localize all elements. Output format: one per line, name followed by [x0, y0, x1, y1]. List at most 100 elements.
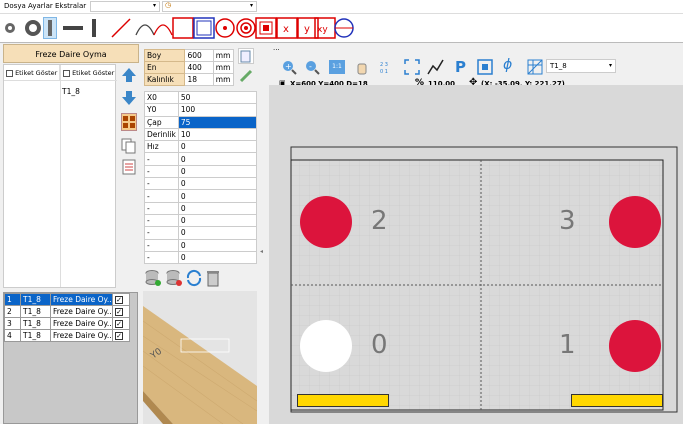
copy-icon[interactable] — [121, 138, 137, 154]
parameter-row[interactable]: - 0 — [144, 164, 258, 179]
label-toggle-1[interactable]: Etiket Göster — [4, 65, 60, 81]
job-row[interactable]: 4 T1_8 Freze Daire Oy... ✓ — [4, 329, 130, 342]
parameter-row[interactable]: X0 50 — [144, 90, 258, 105]
circle-point-icon[interactable] — [214, 17, 236, 39]
arc-2-icon[interactable] — [152, 17, 174, 39]
parameter-value[interactable]: 50 — [177, 90, 258, 105]
parking-icon[interactable]: P — [455, 58, 469, 76]
pocket-square-icon[interactable] — [255, 17, 277, 39]
cutter-icon[interactable] — [477, 59, 493, 75]
parameter-row[interactable]: - 0 — [144, 238, 258, 252]
parameter-value[interactable]: 100 — [177, 103, 258, 117]
rectangle-icon[interactable] — [172, 17, 194, 39]
fit-view-icon[interactable] — [404, 59, 420, 75]
circle-icon[interactable] — [333, 17, 355, 39]
menu-file[interactable]: Dosya — [4, 2, 26, 10]
settings-gear-icon[interactable] — [2, 17, 18, 39]
drill-bit-icon[interactable] — [43, 17, 57, 39]
job-row[interactable]: 1 T1_8 Freze Daire Oy... ✓ — [4, 293, 130, 306]
parameter-row[interactable]: - 0 — [144, 177, 258, 191]
parameter-row[interactable]: Y0 100 — [144, 103, 258, 117]
parameter-value[interactable]: 0 — [177, 201, 258, 215]
machine-gear-icon[interactable] — [22, 17, 44, 39]
line-icon[interactable] — [110, 17, 132, 39]
parameter-row[interactable]: - 0 — [144, 152, 258, 166]
calculator-icon[interactable] — [121, 113, 137, 131]
move-up-icon[interactable] — [121, 67, 137, 83]
splitter[interactable]: ◂ — [258, 43, 268, 424]
zoom-out-icon[interactable]: - — [304, 59, 320, 75]
operation-header[interactable]: Freze Daire Oyma — [3, 44, 139, 63]
menu-settings[interactable]: Ayarlar — [28, 2, 53, 10]
tool-select[interactable]: T1_8 ▾ — [546, 59, 616, 73]
sync-icon[interactable] — [185, 269, 203, 287]
file-combo[interactable]: ▾ — [90, 1, 160, 12]
move-down-icon[interactable] — [121, 90, 137, 106]
parameter-row[interactable]: Derinlik 10 — [144, 127, 258, 142]
paste-icon[interactable] — [121, 158, 137, 176]
hole-0-selected[interactable] — [300, 320, 352, 372]
diameter-icon[interactable]: ϕ — [503, 57, 517, 75]
parameter-value[interactable]: 0 — [177, 164, 258, 179]
parameter-row[interactable]: Hız 0 — [144, 140, 258, 154]
parameter-value[interactable]: 0 — [177, 189, 258, 203]
zoom-reset-icon[interactable]: 1:1 — [329, 60, 345, 74]
dimension-unit: mm — [212, 61, 235, 74]
toolpath-icon[interactable] — [427, 58, 445, 76]
parameter-row[interactable]: - 0 — [144, 226, 258, 240]
x-axis-icon[interactable]: x — [276, 17, 298, 39]
menu-extras[interactable]: Ekstralar — [55, 2, 86, 10]
job-row[interactable]: 3 T1_8 Freze Daire Oy... ✓ — [4, 317, 130, 330]
clamp-bar-right[interactable] — [571, 394, 663, 407]
job-enabled-checkbox[interactable]: ✓ — [112, 317, 130, 330]
hole-2[interactable] — [300, 196, 352, 248]
dimension-unit: mm — [212, 49, 235, 62]
zoom-in-icon[interactable]: + — [281, 59, 297, 75]
concentric-circle-icon[interactable] — [235, 17, 257, 39]
hatch-grid-icon[interactable] — [527, 59, 543, 75]
checkbox[interactable] — [63, 69, 70, 77]
hole-3[interactable] — [609, 196, 661, 248]
job-enabled-checkbox[interactable]: ✓ — [112, 305, 130, 318]
clamp-bar-left[interactable] — [297, 394, 389, 407]
parameter-value[interactable]: 0 — [177, 152, 258, 166]
bit-icon[interactable] — [88, 17, 100, 39]
dimension-value[interactable]: 400 — [184, 61, 214, 74]
hole-1[interactable] — [609, 320, 661, 372]
job-enabled-checkbox[interactable]: ✓ — [112, 293, 130, 306]
parameter-row[interactable]: Çap 75 — [144, 115, 258, 129]
parameter-row[interactable]: - 0 — [144, 189, 258, 203]
dimension-value[interactable]: 18 — [184, 73, 214, 86]
edit-pencil-icon[interactable] — [238, 68, 254, 84]
parameter-value[interactable]: 0 — [177, 238, 258, 252]
parameter-row[interactable]: - 0 — [144, 213, 258, 228]
checkbox[interactable] — [6, 69, 13, 77]
grid-points-icon[interactable]: 2 30 1 — [379, 59, 395, 75]
quadrant-label: 0 — [371, 330, 388, 360]
pan-hand-icon[interactable] — [354, 59, 370, 75]
saw-icon[interactable] — [60, 17, 86, 39]
parameter-value[interactable]: 0 — [177, 177, 258, 191]
job-enabled-checkbox[interactable]: ✓ — [112, 329, 130, 342]
database-remove-icon[interactable] — [165, 269, 183, 287]
parameter-value[interactable]: 0 — [177, 226, 258, 240]
parameter-value[interactable]: 0 — [177, 140, 258, 154]
rectangle-blue-icon[interactable] — [193, 17, 215, 39]
parameter-label: Y0 — [144, 103, 179, 117]
parameter-row[interactable]: - 0 — [144, 201, 258, 215]
trash-icon[interactable] — [205, 269, 221, 287]
view-tab: ... — [269, 43, 683, 56]
dimension-value[interactable]: 600 — [184, 49, 214, 62]
job-row[interactable]: 2 T1_8 Freze Daire Oy... ✓ — [4, 305, 130, 318]
parameter-value[interactable]: 75 — [177, 115, 258, 129]
refresh-dimensions-icon[interactable] — [238, 48, 254, 64]
drawing-canvas[interactable]: 2 3 0 1 — [269, 85, 683, 424]
parameter-row[interactable]: - 0 — [144, 250, 258, 265]
job-tool: T1_8 — [20, 329, 51, 342]
parameter-value[interactable]: 0 — [177, 250, 258, 265]
database-add-icon[interactable] — [144, 269, 162, 287]
parameter-value[interactable]: 10 — [177, 127, 258, 142]
label-toggle-2[interactable]: Etiket Göster — [61, 65, 117, 81]
parameter-value[interactable]: 0 — [177, 213, 258, 228]
recent-combo[interactable]: ◷ ▾ — [162, 1, 257, 12]
